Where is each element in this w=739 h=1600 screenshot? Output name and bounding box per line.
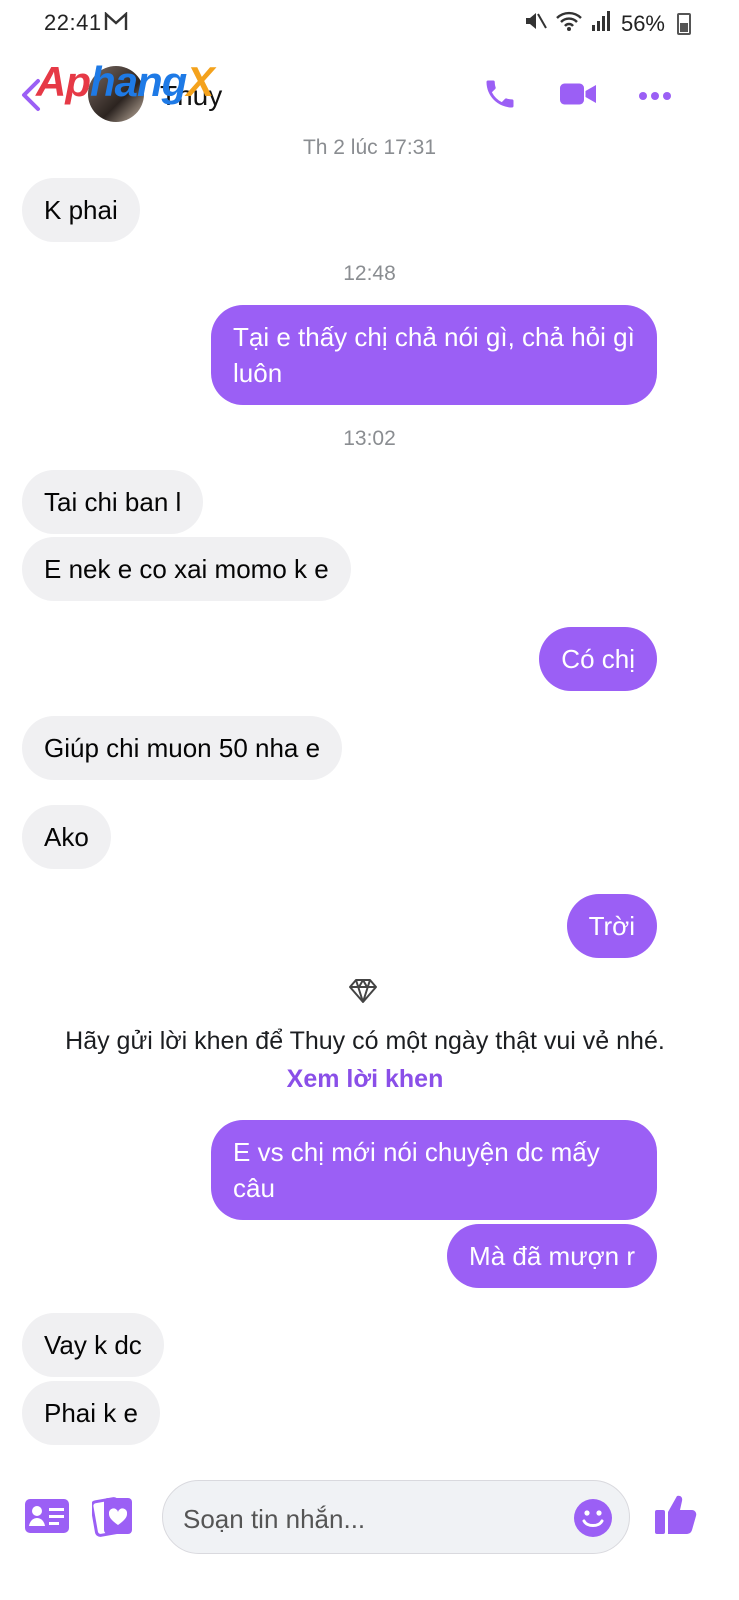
message-incoming[interactable]: Tai chi ban l bbox=[22, 470, 204, 534]
status-time: 22:41 bbox=[44, 10, 102, 35]
message-outgoing[interactable]: Trời bbox=[566, 894, 657, 958]
phone-call-icon[interactable] bbox=[482, 76, 518, 117]
message-list[interactable]: Th 2 lúc 17:31 K phai 12:48 Tại e thấy c… bbox=[0, 136, 739, 1472]
status-bar: 22:41 56% bbox=[0, 0, 739, 50]
signal-icon bbox=[591, 10, 613, 38]
status-icons: 56% bbox=[523, 10, 691, 38]
message-input[interactable] bbox=[183, 1499, 563, 1539]
video-call-icon[interactable] bbox=[558, 76, 598, 117]
message-input-container[interactable] bbox=[162, 1480, 630, 1554]
view-compliments-link[interactable]: Xem lời khen bbox=[287, 1065, 444, 1093]
heart-card-icon[interactable] bbox=[90, 1494, 136, 1543]
thumbs-up-icon[interactable] bbox=[652, 1490, 700, 1543]
message-outgoing[interactable]: E vs chị mới nói chuyện dc mấy câu bbox=[211, 1120, 657, 1220]
timestamp: Th 2 lúc 17:31 bbox=[302, 136, 437, 159]
gmail-icon bbox=[104, 11, 128, 37]
message-outgoing[interactable]: Có chị bbox=[539, 627, 657, 691]
battery-icon bbox=[677, 13, 691, 35]
message-outgoing[interactable]: Tại e thấy chị chả nói gì, chả hỏi gì lu… bbox=[211, 305, 657, 405]
message-incoming[interactable]: Phai k e bbox=[22, 1381, 160, 1445]
message-incoming[interactable]: Ako bbox=[22, 805, 111, 869]
more-options-icon[interactable] bbox=[638, 88, 672, 106]
battery-percent: 56% bbox=[620, 11, 665, 36]
compliment-prompt: Hãy gửi lời khen để Thuy có một ngày thậ… bbox=[60, 1022, 670, 1098]
emoji-icon[interactable] bbox=[573, 1498, 613, 1543]
diamond-icon bbox=[348, 978, 378, 1009]
message-incoming[interactable]: K phai bbox=[22, 178, 140, 242]
message-incoming[interactable]: Vay k dc bbox=[22, 1313, 164, 1377]
mute-icon bbox=[523, 10, 547, 38]
wifi-icon bbox=[555, 10, 583, 38]
message-incoming[interactable]: Giúp chi muon 50 nha e bbox=[22, 716, 343, 780]
composer-bar bbox=[0, 1472, 739, 1600]
timestamp: 13:02 bbox=[343, 427, 396, 450]
message-incoming[interactable]: E nek e co xai momo k e bbox=[22, 537, 351, 601]
compliment-text: Hãy gửi lời khen để Thuy có một ngày thậ… bbox=[65, 1027, 665, 1055]
timestamp: 12:48 bbox=[343, 262, 396, 285]
chat-header: Thuy AphangX bbox=[0, 50, 739, 142]
watermark-logo: AphangX bbox=[36, 58, 214, 105]
message-outgoing[interactable]: Mà đã mượn r bbox=[447, 1224, 657, 1288]
contact-card-icon[interactable] bbox=[24, 1498, 70, 1539]
